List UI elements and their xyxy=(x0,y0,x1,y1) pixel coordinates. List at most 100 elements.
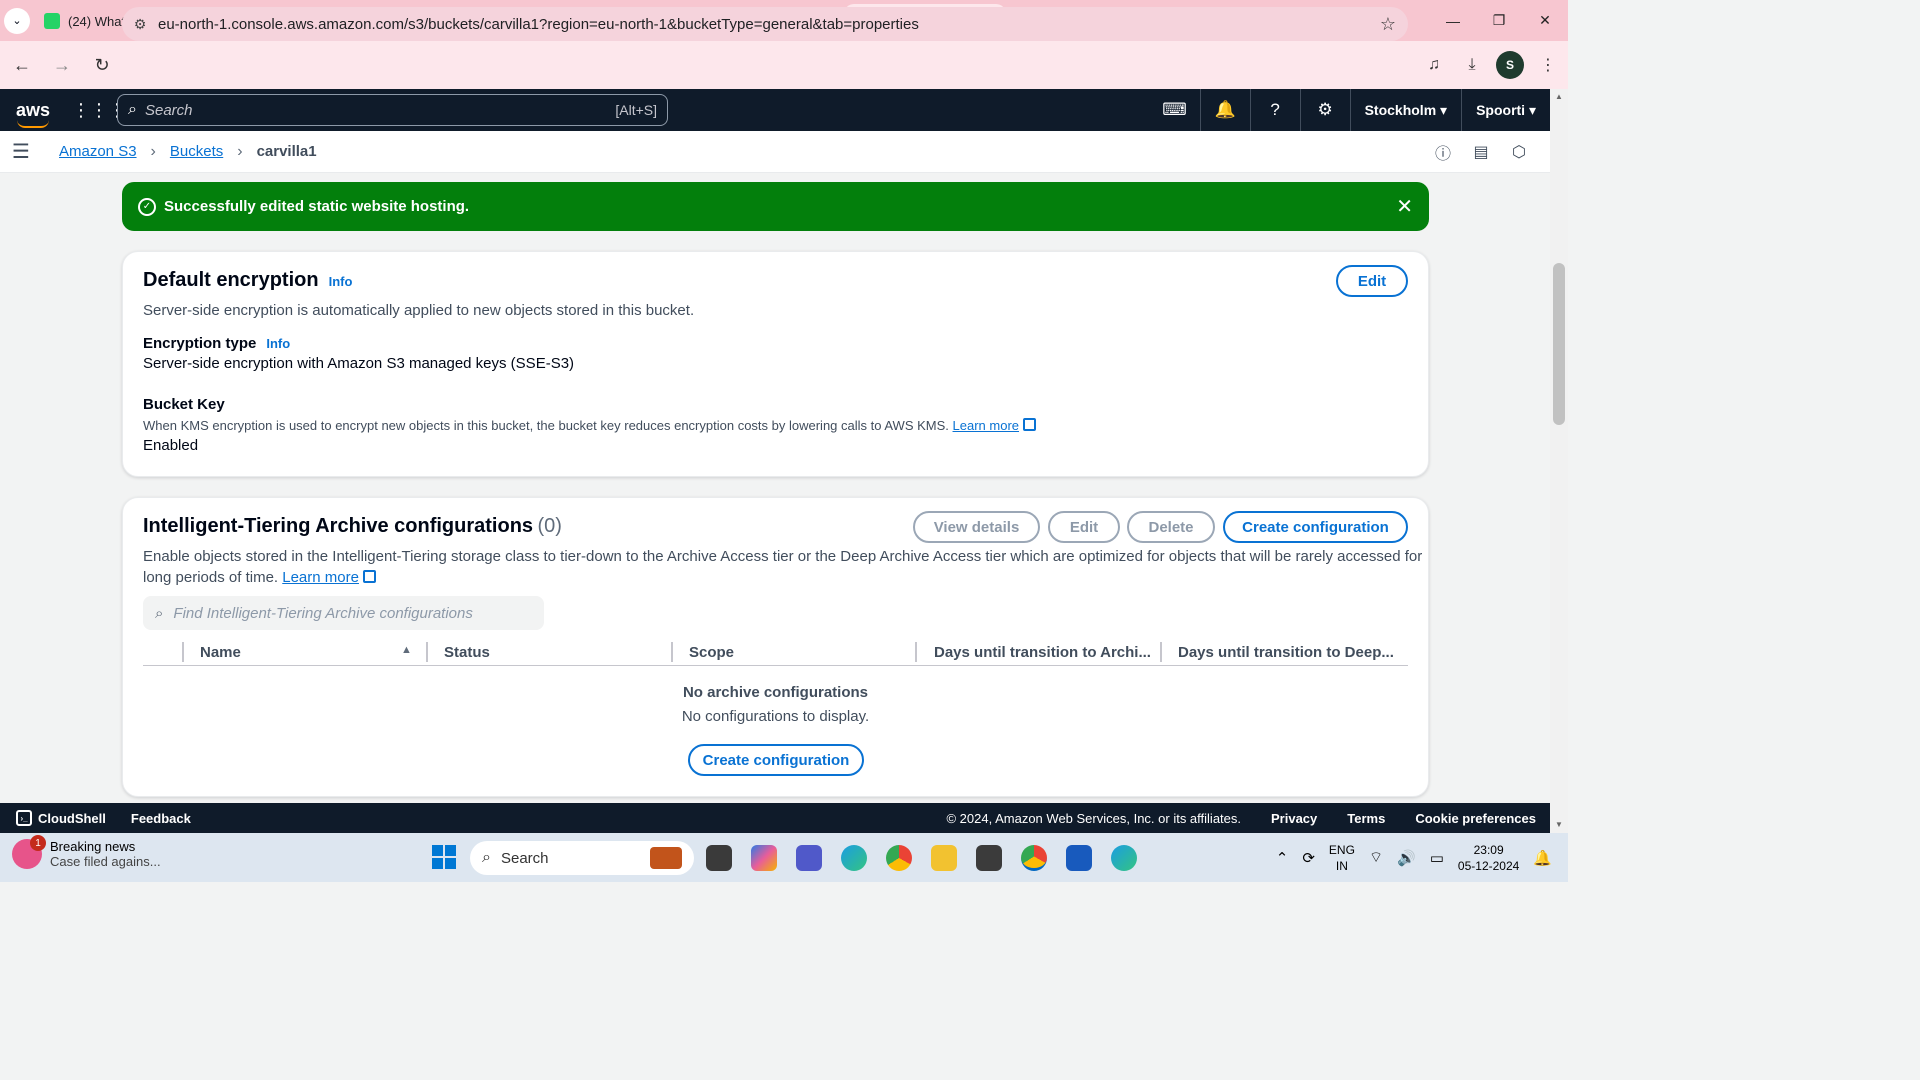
feedback-link[interactable]: Feedback xyxy=(131,811,191,826)
cookie-preferences-link[interactable]: Cookie preferences xyxy=(1415,811,1536,826)
cloudshell-label: CloudShell xyxy=(38,810,106,826)
cloudshell-button[interactable]: ›_ CloudShell xyxy=(16,810,106,826)
url-text[interactable]: eu-north-1.console.aws.amazon.com/s3/buc… xyxy=(158,16,1368,33)
services-grid-icon[interactable]: ⋮⋮⋮ xyxy=(72,100,126,121)
hamburger-menu-icon[interactable]: ☰ xyxy=(12,139,52,164)
empty-create-configuration-button[interactable]: Create configuration xyxy=(688,744,864,776)
aws-search-input[interactable]: ⌕ Search [Alt+S] xyxy=(117,94,668,126)
panel-title: Default encryption xyxy=(143,269,319,291)
chrome-profile-icon[interactable] xyxy=(1021,845,1047,871)
info-panel-icon[interactable]: ⓘ xyxy=(1432,141,1454,163)
delete-config-button[interactable]: Delete xyxy=(1127,511,1215,543)
site-settings-icon[interactable]: ⚙ xyxy=(122,16,158,33)
help-icon[interactable]: ? xyxy=(1249,89,1300,131)
news-widget[interactable]: 1 Breaking news Case filed agains... xyxy=(12,835,161,869)
scroll-up-icon[interactable]: ▲ xyxy=(1550,89,1568,105)
language-indicator[interactable]: ENG IN xyxy=(1329,842,1355,874)
encryption-type-header: Encryption type Info xyxy=(143,335,290,353)
aws-logo[interactable]: aws xyxy=(16,100,72,128)
minimize-icon[interactable]: — xyxy=(1430,0,1476,41)
copilot-icon[interactable] xyxy=(751,845,777,871)
column-header-days-deep[interactable]: Days until transition to Deep... xyxy=(1178,638,1394,666)
battery-icon[interactable]: ▭ xyxy=(1430,849,1444,867)
search-icon: ⌕ xyxy=(128,101,137,118)
back-icon[interactable]: ← xyxy=(4,47,40,83)
column-header-days-archive[interactable]: Days until transition to Archi... xyxy=(934,638,1151,666)
view-details-button[interactable]: View details xyxy=(913,511,1040,543)
clock-time: 23:09 xyxy=(1473,842,1504,857)
chrome-icon[interactable] xyxy=(886,845,912,871)
edge-icon[interactable] xyxy=(841,845,867,871)
news-badge: 1 xyxy=(30,835,46,851)
clock[interactable]: 23:09 05-12-2024 xyxy=(1458,842,1519,874)
restore-icon[interactable]: ❐ xyxy=(1476,0,1522,41)
chevron-down-icon: ⌄ xyxy=(4,7,30,34)
column-header-name[interactable]: Name xyxy=(200,638,241,666)
windows-start-icon[interactable] xyxy=(432,845,456,869)
news-title: Breaking news xyxy=(50,839,136,854)
teams-icon[interactable] xyxy=(796,845,822,871)
tab-search-button[interactable]: ⌄ xyxy=(0,0,34,41)
notification-bell-icon[interactable]: 🔔 xyxy=(1533,849,1552,867)
download-icon[interactable]: ⤓ xyxy=(1458,51,1486,79)
default-encryption-panel: Default encryption Info Edit Server-side … xyxy=(122,251,1429,477)
breadcrumb-amazon-s3[interactable]: Amazon S3 xyxy=(59,143,137,160)
edit-config-button[interactable]: Edit xyxy=(1048,511,1120,543)
create-configuration-button[interactable]: Create configuration xyxy=(1223,511,1408,543)
info-link[interactable]: Info xyxy=(329,274,353,289)
column-header-scope[interactable]: Scope xyxy=(689,638,734,666)
forward-icon[interactable]: → xyxy=(44,47,80,83)
profile-avatar[interactable]: S xyxy=(1496,51,1524,79)
media-controls-icon[interactable]: ♫ xyxy=(1420,51,1448,79)
search-icon: ⌕ xyxy=(482,849,491,866)
tiering-desc-text: long periods of time. xyxy=(143,569,279,586)
reload-icon[interactable]: ↻ xyxy=(84,47,120,83)
whatsapp-icon xyxy=(44,13,60,29)
browser-menu-icon[interactable]: ⋮ xyxy=(1534,51,1562,79)
close-icon[interactable]: ✕ xyxy=(1396,194,1413,219)
edit-encryption-button[interactable]: Edit xyxy=(1336,265,1408,297)
tiering-description-line2: long periods of time. Learn more xyxy=(143,569,376,586)
account-menu[interactable]: Spoorti ▾ xyxy=(1461,89,1550,131)
privacy-link[interactable]: Privacy xyxy=(1271,811,1317,826)
notifications-bell-icon[interactable]: 🔔 xyxy=(1199,89,1250,131)
sublime-text-icon[interactable] xyxy=(976,845,1002,871)
cloudshell-icon[interactable]: ⌨ xyxy=(1150,89,1200,131)
scroll-thumb[interactable] xyxy=(1553,263,1565,425)
task-view-icon[interactable] xyxy=(706,845,732,871)
chevron-up-icon[interactable]: ⌃ xyxy=(1276,849,1289,867)
encryption-type-info-link[interactable]: Info xyxy=(266,336,290,351)
settings-gear-icon[interactable]: ⚙ xyxy=(1299,89,1350,131)
page-scrollbar[interactable]: ▲ ▼ xyxy=(1550,89,1568,833)
filter-input[interactable]: ⌕ Find Intelligent-Tiering Archive confi… xyxy=(143,596,544,630)
close-window-icon[interactable]: ✕ xyxy=(1522,0,1568,41)
aws-header-right: ⌨ 🔔 ? ⚙ Stockholm ▾ Spoorti ▾ xyxy=(1150,89,1550,131)
sort-ascending-icon[interactable]: ▲ xyxy=(401,644,412,656)
wifi-icon[interactable]: ⌔ xyxy=(1369,848,1383,867)
notifications-panel-icon[interactable]: ▤ xyxy=(1470,141,1492,163)
sync-icon[interactable]: ⟳ xyxy=(1302,849,1315,867)
word-icon[interactable] xyxy=(1066,845,1092,871)
taskbar-search-label: Search xyxy=(500,849,549,867)
settings-panel-icon[interactable]: ⬡ xyxy=(1508,141,1530,163)
volume-icon[interactable]: 🔊 xyxy=(1397,849,1416,867)
taskbar-search[interactable]: ⌕ Search xyxy=(470,841,694,875)
url-bar[interactable]: ⚙ eu-north-1.console.aws.amazon.com/s3/b… xyxy=(122,7,1408,41)
breadcrumb-buckets[interactable]: Buckets xyxy=(170,143,223,160)
bucket-key-label: Bucket Key xyxy=(143,396,225,413)
success-flashbar: ✓ Successfully edited static website hos… xyxy=(122,182,1429,231)
region-selector[interactable]: Stockholm ▾ xyxy=(1349,89,1462,131)
terms-link[interactable]: Terms xyxy=(1347,811,1385,826)
edge-beta-icon[interactable] xyxy=(1111,845,1137,871)
learn-more-link[interactable]: Learn more xyxy=(282,569,359,586)
scroll-down-icon[interactable]: ▼ xyxy=(1550,817,1568,833)
learn-more-link[interactable]: Learn more xyxy=(953,418,1019,433)
intelligent-tiering-panel: Intelligent-Tiering Archive configuratio… xyxy=(122,497,1429,797)
file-explorer-icon[interactable] xyxy=(931,845,957,871)
encryption-type-label: Encryption type xyxy=(143,335,257,352)
column-header-status[interactable]: Status xyxy=(444,638,490,666)
bookmark-star-icon[interactable]: ☆ xyxy=(1368,14,1408,35)
check-circle-icon: ✓ xyxy=(138,197,156,216)
windows-taskbar: 1 Breaking news Case filed agains... ⌕ S… xyxy=(0,833,1568,882)
chevron-right-icon: › xyxy=(237,142,243,160)
